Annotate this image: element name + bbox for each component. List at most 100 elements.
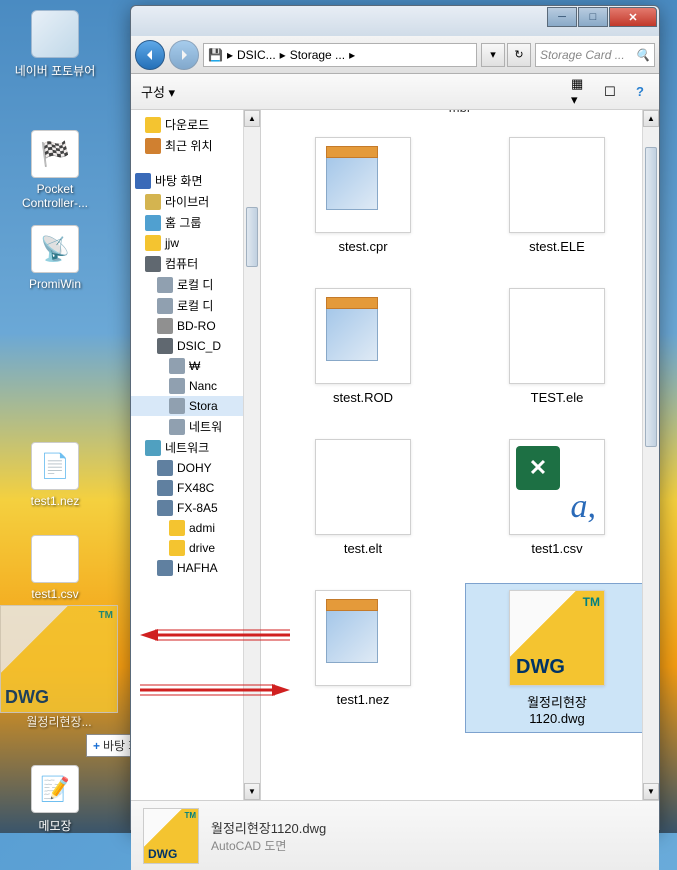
folder-icon [145,117,161,133]
file-item[interactable]: 월정리현장 1120.dwg [465,583,649,733]
tree-item[interactable]: 라이브러 [131,191,260,212]
tree-scrollbar[interactable]: ▲ ▼ [243,110,260,800]
desktop-icon-label: test1.csv [10,587,100,601]
tree-item[interactable]: DOHY [131,458,260,478]
tree-item-label: 홈 그룹 [165,214,201,231]
partial-file-label: mbr [449,110,471,115]
tree-item[interactable]: Stora [131,396,260,416]
tree-item[interactable]: ₩ [131,356,260,376]
help-button[interactable]: ? [631,83,649,101]
desktop-icon-promiwin[interactable]: 📡 PromiWin [10,225,100,291]
file-item[interactable]: stest.ROD [271,281,455,412]
tree-item[interactable]: 최근 위치 [131,135,260,156]
blank-icon [509,288,605,384]
file-item[interactable]: stest.ELE [465,130,649,261]
file-item[interactable]: stest.cpr [271,130,455,261]
tree-item-label: FX48C [177,481,214,495]
tree-item[interactable]: 로컬 디 [131,295,260,316]
tree-item-label: 다운로드 [165,116,209,133]
folder-icon [157,500,173,516]
tree-item[interactable]: 로컬 디 [131,274,260,295]
desktop-icon-label: 네이버 포토뷰어 [10,62,100,79]
tree-item-label: FX-8A5 [177,501,218,515]
tree-item-label: 로컬 디 [177,276,213,293]
minimize-button[interactable]: ─ [547,7,577,27]
scroll-down-button[interactable]: ▼ [643,783,659,800]
tree-item[interactable]: 컴퓨터 [131,253,260,274]
desktop-icon-notepad[interactable]: 📝 메모장 [10,765,100,834]
folder-icon [157,460,173,476]
detail-filetype: AutoCAD 도면 [211,837,326,854]
folder-icon [145,235,161,251]
tree-item[interactable]: HAFHA [131,558,260,578]
dwg-icon [509,590,605,686]
search-input[interactable]: Storage Card ... 🔍 [535,43,655,67]
folder-icon [135,173,151,189]
folder-icon [145,215,161,231]
folder-icon [169,378,185,394]
tree-item[interactable]: 네트워크 [131,437,260,458]
tree-item[interactable]: FX-8A5 [131,498,260,518]
scroll-up-button[interactable]: ▲ [244,110,260,127]
forward-button[interactable] [169,40,199,70]
folder-icon [145,194,161,210]
notepad-icon [315,137,411,233]
tree-item[interactable]: FX48C [131,478,260,498]
titlebar[interactable]: ─ □ ✕ [131,6,659,36]
view-button[interactable]: ▦ ▾ [571,83,589,101]
file-name-label: stest.ELE [529,239,585,254]
tree-item-label: 라이브러 [165,193,209,210]
desktop-icon-test1-csv[interactable]: a, test1.csv [10,535,100,601]
organize-button[interactable]: 구성 ▾ [141,82,175,101]
file-item[interactable]: TEST.ele [465,281,649,412]
excel-icon [509,439,605,535]
tree-item[interactable]: 다운로드 [131,114,260,135]
desktop-icon-test1-nez[interactable]: 📄 test1.nez [10,442,100,508]
toolbar: 구성 ▾ ▦ ▾ ☐ ? [131,74,659,110]
file-name-label: 월정리현장 1120.dwg [527,692,587,726]
dropdown-button[interactable]: ▾ [481,43,505,67]
drive-icon: 💾 [208,48,223,62]
tree-item[interactable]: BD-RO [131,316,260,336]
tree-item-label: 컴퓨터 [165,255,198,272]
tree-scroll-thumb[interactable] [246,207,258,267]
files-scroll-thumb[interactable] [645,147,657,447]
scroll-up-button[interactable]: ▲ [643,110,659,127]
maximize-button[interactable]: □ [578,7,608,27]
details-pane: 월정리현장1120.dwg AutoCAD 도면 [131,800,659,870]
close-button[interactable]: ✕ [609,7,657,27]
breadcrumb[interactable]: 💾 ▸ DSIC... ▸ Storage ... ▸ [203,43,477,67]
tree-item-label: drive [189,541,215,555]
tree-item[interactable]: DSIC_D [131,336,260,356]
preview-button[interactable]: ☐ [601,83,619,101]
desktop-icon-label: Pocket Controller-... [10,182,100,210]
folder-icon [169,398,185,414]
desktop-drag-ghost-dwg: DWG 월정리현장... [0,605,118,730]
file-item[interactable]: test1.csv [465,432,649,563]
tree-item-label: ₩ [189,359,200,373]
scroll-down-button[interactable]: ▼ [244,783,260,800]
tree-item-label: Nanc [189,379,217,393]
arrow-left-icon [143,48,157,62]
explorer-window: ─ □ ✕ 💾 ▸ DSIC... ▸ Storage ... ▸ ▾ ↻ St… [130,5,660,830]
tree-item[interactable]: 바탕 화면 [131,170,260,191]
folder-icon [157,338,173,354]
tree-item[interactable]: jjw [131,233,260,253]
desktop-icon-pocket-controller[interactable]: 🏁 Pocket Controller-... [10,130,100,210]
tree-item[interactable]: Nanc [131,376,260,396]
tree-item-label: BD-RO [177,319,216,333]
arrow-right-icon [177,48,191,62]
files-scrollbar[interactable]: ▲ ▼ [642,110,659,800]
tree-item[interactable]: 네트워 [131,416,260,437]
tree-item[interactable]: admi [131,518,260,538]
tree-item[interactable]: 홈 그룹 [131,212,260,233]
file-item[interactable]: test.elt [271,432,455,563]
refresh-button[interactable]: ↻ [507,43,531,67]
desktop-icon-naver-photo[interactable]: 네이버 포토뷰어 [10,10,100,79]
desktop-icon-label: 메모장 [10,817,100,834]
tree-item-label: jjw [165,236,179,250]
file-item[interactable]: test1.nez [271,583,455,733]
back-button[interactable] [135,40,165,70]
tree-item[interactable]: drive [131,538,260,558]
tree-item-label: Stora [189,399,218,413]
